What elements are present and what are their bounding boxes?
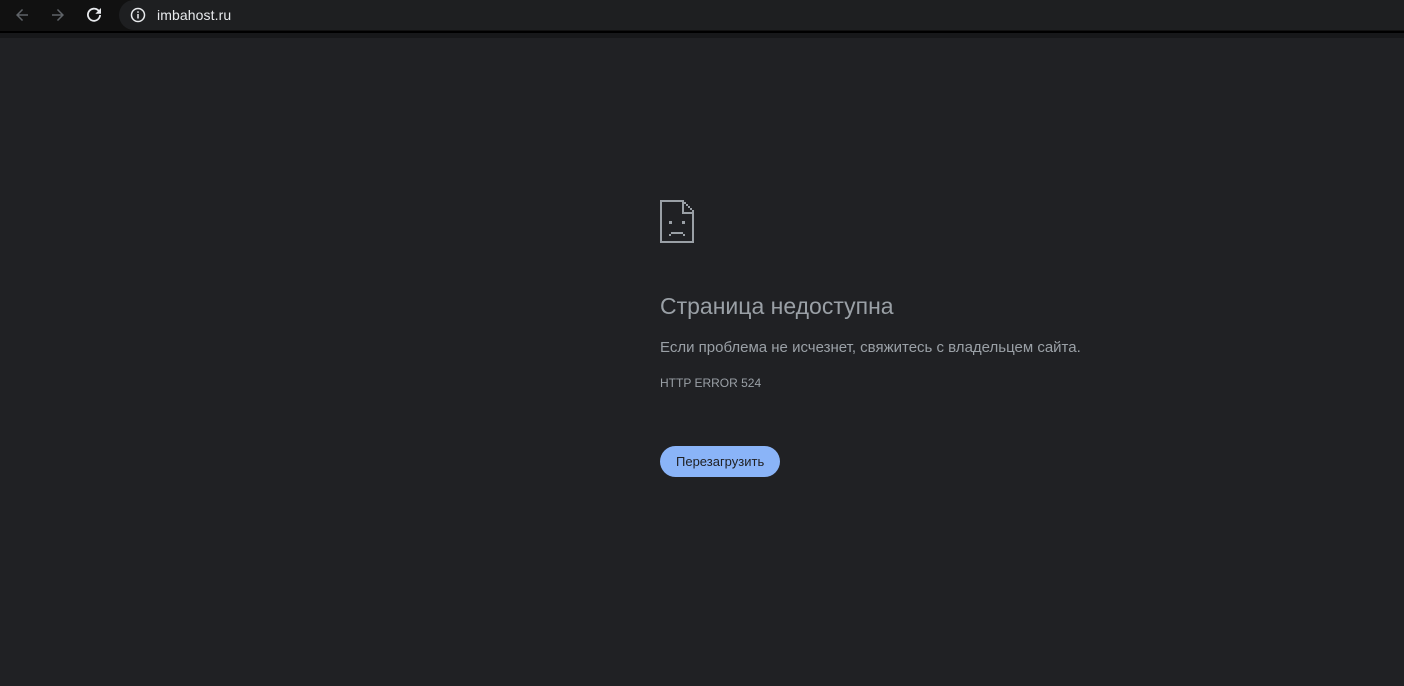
- back-button[interactable]: [9, 2, 35, 28]
- reload-button[interactable]: [81, 2, 107, 28]
- url-text: imbahost.ru: [157, 7, 232, 23]
- reload-page-button[interactable]: Перезагрузить: [660, 446, 781, 477]
- error-code: HTTP ERROR 524: [660, 376, 762, 390]
- address-bar[interactable]: imbahost.ru: [119, 0, 1404, 30]
- sad-document-icon: [660, 200, 694, 243]
- forward-button[interactable]: [45, 2, 71, 28]
- error-title: Страница недоступна: [660, 293, 894, 319]
- error-message: Если проблема не исчезнет, свяжитесь с в…: [660, 339, 1081, 356]
- toolbar-divider: [0, 33, 1404, 38]
- arrow-right-icon: [52, 9, 64, 21]
- info-icon[interactable]: [129, 6, 147, 24]
- browser-toolbar: imbahost.ru: [0, 0, 1404, 33]
- reload-icon: [87, 7, 101, 22]
- arrow-left-icon: [16, 9, 28, 21]
